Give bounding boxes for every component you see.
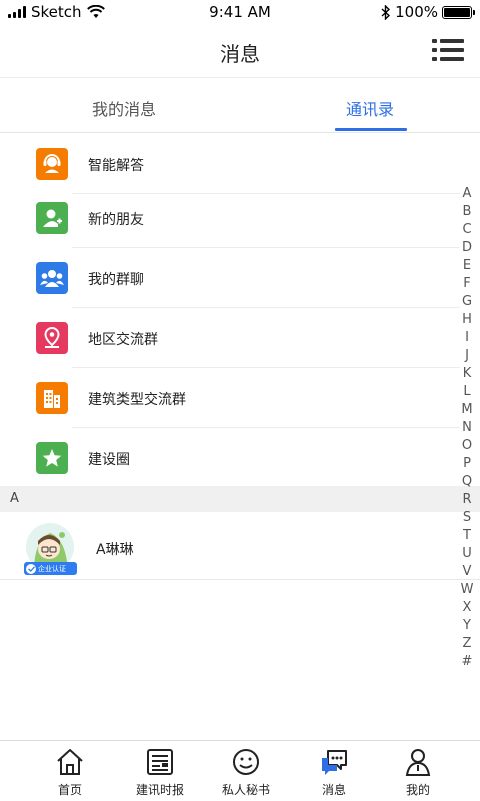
- list-item-new-friends[interactable]: 新的朋友: [0, 188, 460, 248]
- list-item-label: 建设圈: [88, 452, 130, 468]
- bottom-tab-label: 消息: [321, 783, 346, 797]
- list-item-label: 智能解答: [88, 158, 144, 174]
- message-icon: [322, 750, 347, 775]
- list-item-label: 我的群聊: [88, 272, 144, 288]
- index-letter[interactable]: I: [465, 329, 469, 347]
- bottom-tab-label: 我的: [405, 783, 430, 797]
- list-item-label: 地区交流群: [88, 332, 158, 348]
- index-letter[interactable]: K: [463, 365, 472, 383]
- list-item-label: 建筑类型交流群: [88, 392, 186, 408]
- bottom-tab-profile[interactable]: 我的: [373, 747, 463, 798]
- bottom-tab-secretary[interactable]: 私人秘书: [201, 747, 291, 798]
- index-letter[interactable]: E: [463, 257, 471, 275]
- index-letter[interactable]: S: [463, 509, 471, 527]
- nav-bar: 消息: [0, 24, 480, 78]
- index-letter[interactable]: N: [462, 419, 472, 437]
- newspaper-icon: [147, 749, 173, 775]
- customer-service-icon: [36, 148, 68, 180]
- section-letter: A: [10, 491, 19, 506]
- bluetooth-icon: [381, 4, 391, 20]
- index-letter[interactable]: Y: [463, 617, 471, 635]
- verified-badge: 企业认证: [24, 562, 77, 575]
- bottom-tab-bar: 首页 建讯时报 私人秘书 消息 我的: [0, 740, 480, 801]
- tab-contacts[interactable]: 通讯录: [270, 96, 470, 120]
- section-header: A: [0, 486, 480, 512]
- list-item-my-groups[interactable]: 我的群聊: [0, 248, 460, 308]
- list-item-label: 新的朋友: [88, 212, 144, 228]
- add-friend-icon: [36, 202, 68, 234]
- status-bar: Sketch 9:41 AM 100%: [0, 0, 480, 24]
- index-letter[interactable]: L: [463, 383, 470, 401]
- battery-icon: [442, 5, 475, 19]
- star-icon: [36, 442, 68, 474]
- index-letter[interactable]: P: [463, 455, 471, 473]
- bottom-tab-messages[interactable]: 消息: [289, 747, 379, 798]
- tab-my-messages[interactable]: 我的消息: [24, 96, 224, 120]
- check-icon: [26, 563, 36, 574]
- index-letter[interactable]: A: [463, 185, 472, 203]
- index-letter[interactable]: #: [462, 653, 473, 671]
- index-letter[interactable]: W: [461, 581, 474, 599]
- index-letter[interactable]: J: [465, 347, 469, 365]
- index-letter[interactable]: C: [462, 221, 471, 239]
- alphabet-index[interactable]: A B C D E F G H I J K L M N O P Q R S T U V W X Y Z #: [460, 185, 474, 671]
- page-title: 消息: [220, 42, 260, 66]
- contact-name: A琳琳: [96, 542, 134, 558]
- smile-icon: [233, 749, 259, 775]
- bottom-tab-home[interactable]: 首页: [25, 747, 115, 798]
- index-letter[interactable]: X: [463, 599, 472, 617]
- list-item-construction-circle[interactable]: 建设圈: [0, 428, 460, 488]
- index-letter[interactable]: Q: [462, 473, 472, 491]
- list-item-regional-groups[interactable]: 地区交流群: [0, 308, 460, 368]
- index-letter[interactable]: T: [463, 527, 471, 545]
- profile-icon: [405, 749, 431, 776]
- bottom-tab-label: 建讯时报: [135, 783, 184, 797]
- bottom-tab-label: 首页: [57, 783, 82, 797]
- index-letter[interactable]: G: [462, 293, 472, 311]
- index-letter[interactable]: H: [462, 311, 472, 329]
- active-tab-indicator: [335, 128, 407, 131]
- list-item-building-type-groups[interactable]: 建筑类型交流群: [0, 368, 460, 428]
- index-letter[interactable]: R: [462, 491, 471, 509]
- index-letter[interactable]: O: [462, 437, 472, 455]
- contact-row[interactable]: 企业认证 A琳琳: [0, 513, 480, 580]
- bottom-tab-label: 私人秘书: [221, 783, 270, 797]
- index-letter[interactable]: V: [463, 563, 472, 581]
- list-item-smart-answer[interactable]: 智能解答: [0, 134, 460, 194]
- tab-bar: 我的消息 通讯录: [0, 78, 480, 133]
- index-letter[interactable]: U: [462, 545, 472, 563]
- building-icon: [36, 382, 68, 414]
- index-letter[interactable]: F: [463, 275, 470, 293]
- index-letter[interactable]: M: [461, 401, 472, 419]
- index-letter[interactable]: B: [463, 203, 472, 221]
- bottom-tab-news[interactable]: 建讯时报: [115, 747, 205, 798]
- location-icon: [36, 322, 68, 354]
- menu-icon[interactable]: [432, 39, 464, 61]
- index-letter[interactable]: D: [462, 239, 472, 257]
- index-letter[interactable]: Z: [463, 635, 472, 653]
- badge-label: 企业认证: [38, 564, 66, 573]
- home-icon: [57, 749, 83, 775]
- battery-percent: 100%: [395, 3, 438, 21]
- status-right: 100%: [381, 3, 475, 21]
- group-icon: [36, 262, 68, 294]
